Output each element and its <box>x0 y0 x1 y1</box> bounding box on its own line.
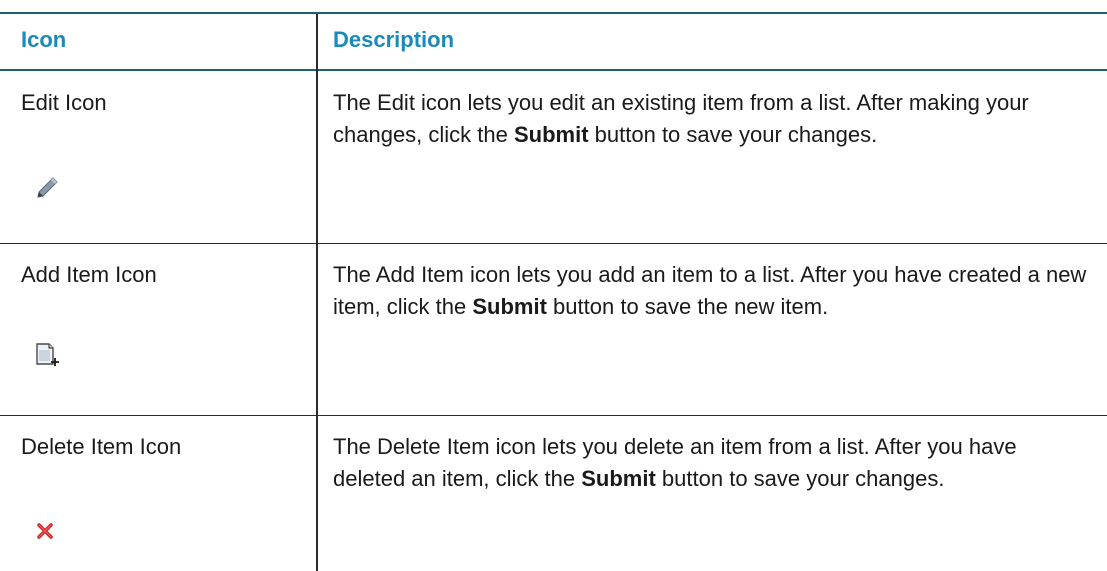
column-header-description: Description <box>333 27 455 52</box>
row-delete-description-tail: button to save your changes. <box>655 466 945 491</box>
row-delete-name: Delete Item Icon <box>21 434 182 459</box>
row-add-name: Add Item Icon <box>21 262 157 287</box>
column-header-icon: Icon <box>21 27 67 52</box>
add-document-icon <box>34 342 60 375</box>
row-delete-description: The Delete Item icon lets you delete an … <box>333 431 1093 495</box>
row-edit-name: Edit Icon <box>21 90 107 115</box>
row-separator <box>0 243 1107 244</box>
header-bottom-rule <box>0 69 1107 71</box>
row-add-description-tail: button to save the new item. <box>546 294 829 319</box>
submit-label: Submit <box>472 294 547 319</box>
submit-label: Submit <box>581 466 656 491</box>
red-x-icon <box>35 522 55 545</box>
row-separator <box>0 415 1107 416</box>
row-edit-description: The Edit icon lets you edit an existing … <box>333 87 1093 151</box>
pencil-icon <box>34 175 60 206</box>
column-divider <box>316 14 318 571</box>
row-add-description: The Add Item icon lets you add an item t… <box>333 259 1093 323</box>
row-edit-description-tail: button to save your changes. <box>588 122 878 147</box>
submit-label: Submit <box>513 122 589 147</box>
table-top-rule <box>0 12 1107 14</box>
